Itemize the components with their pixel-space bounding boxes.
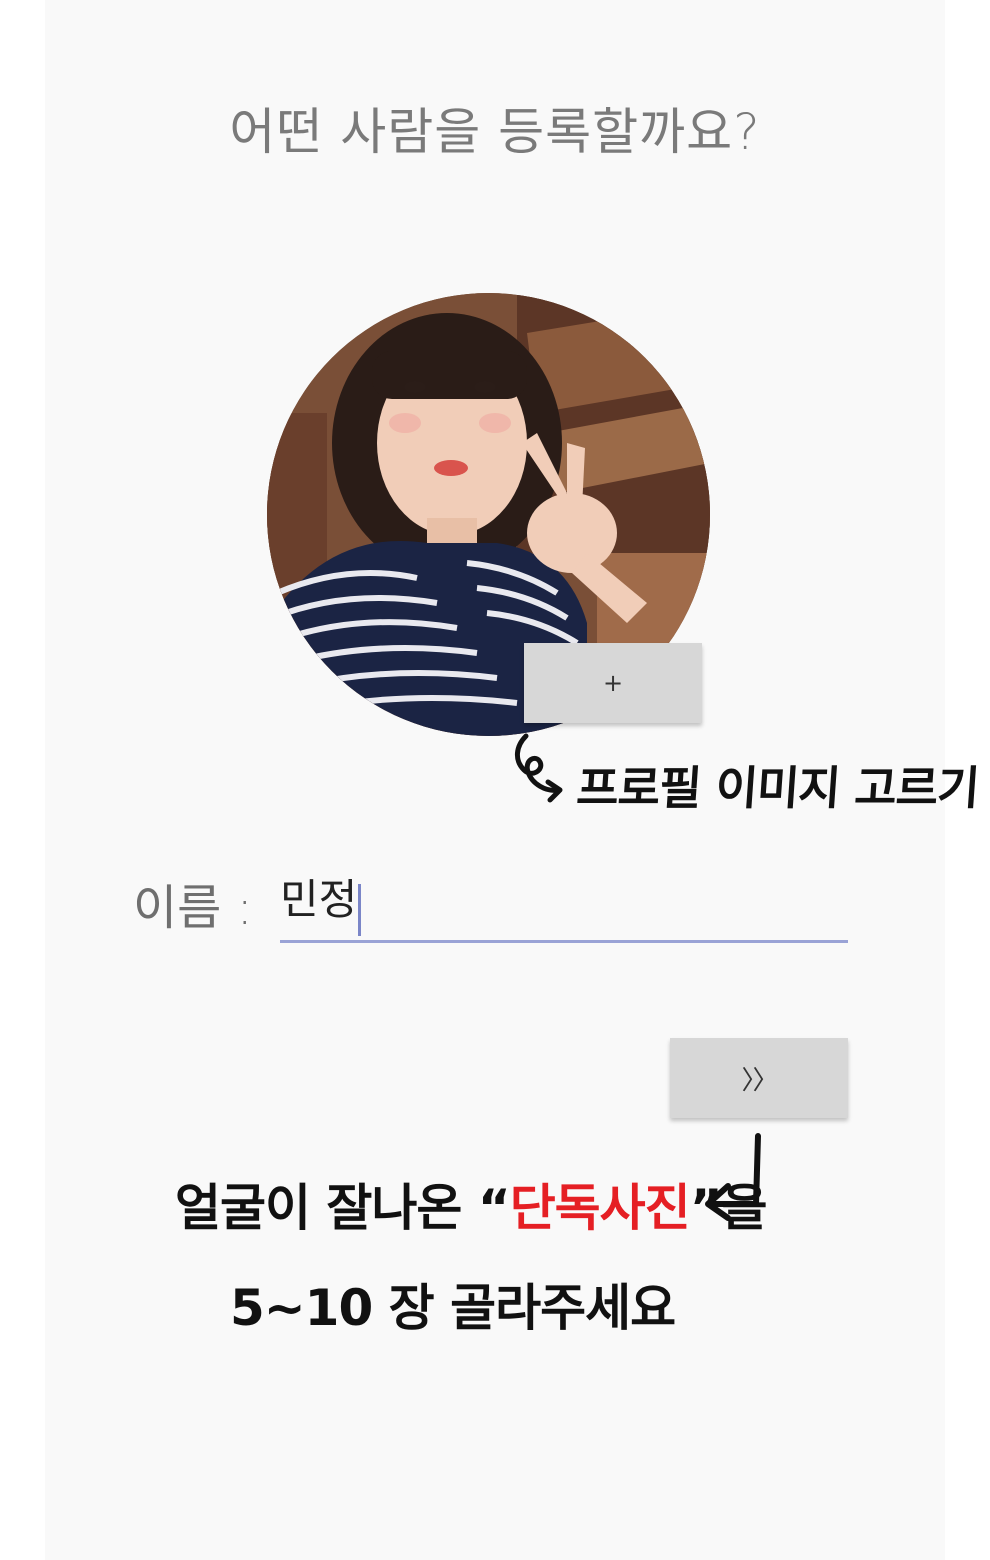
name-label: 이름 :: [133, 880, 253, 936]
page-title: 어떤 사람을 등록할까요?: [229, 103, 761, 161]
name-input[interactable]: 민정: [280, 868, 848, 943]
instruction-emphasis: 단독사진: [509, 1179, 691, 1237]
name-input-value: 민정: [280, 875, 358, 924]
profile-image-hint: 프로필 이미지 고르기: [574, 761, 981, 815]
instruction-prefix: 얼굴이 잘나온 “: [175, 1179, 511, 1237]
instruction-suffix: ”을: [689, 1179, 768, 1237]
instruction-line-1: 얼굴이 잘나온 “단독사진”을: [175, 1168, 768, 1240]
add-profile-image-button[interactable]: +: [524, 643, 702, 723]
next-button[interactable]: 〉〉: [670, 1038, 848, 1118]
text-cursor: [358, 883, 362, 936]
instruction-line-2: 5~10 장 골라주세요: [230, 1279, 676, 1337]
curly-arrow-icon: [515, 733, 563, 803]
